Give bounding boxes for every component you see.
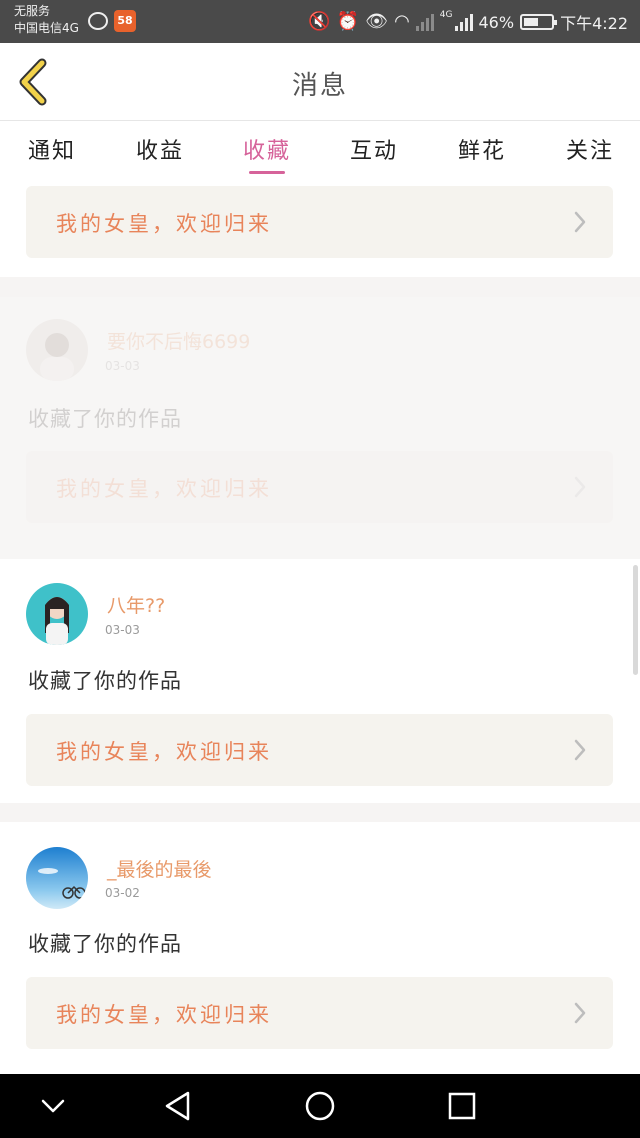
welcome-banner[interactable]: 我的女皇，欢迎归来 <box>26 186 613 258</box>
username[interactable]: _最後的最後 <box>107 855 212 882</box>
active-tab-indicator <box>249 171 285 174</box>
carrier-line2: 中国电信4G <box>14 21 79 35</box>
weibo-icon <box>88 12 108 30</box>
home-circle-icon[interactable] <box>302 1088 338 1124</box>
list-item: 八年?? 03-03 收藏了你的作品 我的女皇，欢迎归来 <box>0 559 640 803</box>
banner-label: 我的女皇，欢迎归来 <box>56 212 272 236</box>
tab-favorites[interactable]: 收藏 <box>243 133 291 165</box>
clock: 下午4:22 <box>560 14 628 33</box>
tab-bar: 通知 收益 收藏 互动 鲜花 关注 <box>0 121 640 179</box>
wifi-icon: ◠ <box>394 11 410 32</box>
chevron-right-icon <box>574 1002 586 1024</box>
hide-keyboard-chevron-down-icon[interactable] <box>35 1088 71 1124</box>
action-text: 收藏了你的作品 <box>28 407 182 431</box>
message-feed[interactable]: 我的女皇，欢迎归来 要你不后悔6699 03-03 收藏了你的作品 我的女皇，欢… <box>0 179 640 1074</box>
tab-flowers[interactable]: 鲜花 <box>458 133 506 165</box>
back-triangle-icon[interactable] <box>160 1088 196 1124</box>
username[interactable]: 八年?? <box>107 591 165 618</box>
date: 03-02 <box>105 886 140 900</box>
date: 03-03 <box>105 623 140 637</box>
alarm-icon: ⏰ <box>336 11 360 32</box>
action-text: 收藏了你的作品 <box>28 932 182 956</box>
chevron-right-icon <box>574 739 586 761</box>
avatar[interactable] <box>26 583 88 645</box>
status-icons: 🔇 ⏰ 👁 ◠ 4G 46% 下午4:22 <box>308 10 628 34</box>
welcome-banner[interactable]: 我的女皇，欢迎归来 <box>26 977 613 1049</box>
carrier-line1: 无服务 <box>14 4 51 18</box>
mute-icon: 🔇 <box>308 11 331 32</box>
tab-interactions[interactable]: 互动 <box>350 133 398 165</box>
list-item: 要你不后悔6699 03-03 收藏了你的作品 我的女皇，欢迎归来 <box>0 297 640 559</box>
welcome-banner[interactable]: 我的女皇，欢迎归来 <box>26 451 613 523</box>
chevron-right-icon <box>574 476 586 498</box>
welcome-banner[interactable]: 我的女皇，欢迎归来 <box>26 714 613 786</box>
avatar[interactable] <box>26 319 88 381</box>
network-type: 4G <box>439 10 453 20</box>
recents-square-icon[interactable] <box>444 1088 480 1124</box>
tab-following[interactable]: 关注 <box>566 133 614 165</box>
battery-percent: 46% <box>478 12 515 32</box>
tab-earnings[interactable]: 收益 <box>136 133 184 165</box>
page-title: 消息 <box>291 71 348 101</box>
battery-icon <box>520 14 558 30</box>
nav-bar: 消息 <box>0 43 640 121</box>
list-item: _最後的最後 03-02 收藏了你的作品 我的女皇，欢迎归来 <box>0 822 640 1074</box>
tab-notifications[interactable]: 通知 <box>28 133 76 165</box>
signal-empty-icon <box>415 13 434 31</box>
avatar[interactable] <box>26 847 88 909</box>
banner-label: 我的女皇，欢迎归来 <box>56 740 272 764</box>
eye-comfort-icon: 👁 <box>365 11 389 32</box>
screen: 无服务 中国电信4G 58 🔇 ⏰ 👁 ◠ 4G 46% 下午4:22 消息 通… <box>0 0 640 1138</box>
scrollbar[interactable] <box>633 565 638 675</box>
list-item: 我的女皇，欢迎归来 <box>0 179 640 277</box>
date: 03-03 <box>105 359 140 373</box>
banner-label: 我的女皇，欢迎归来 <box>56 477 272 501</box>
signal-icon <box>454 13 473 31</box>
app-notification-icon: 58 <box>114 10 136 32</box>
system-nav-bar <box>0 1074 640 1138</box>
chevron-right-icon <box>574 211 586 233</box>
username[interactable]: 要你不后悔6699 <box>107 327 250 354</box>
status-bar: 无服务 中国电信4G 58 🔇 ⏰ 👁 ◠ 4G 46% 下午4:22 <box>0 0 640 43</box>
action-text: 收藏了你的作品 <box>28 669 182 693</box>
carrier-info: 无服务 中国电信4G <box>14 3 79 37</box>
banner-label: 我的女皇，欢迎归来 <box>56 1003 272 1027</box>
